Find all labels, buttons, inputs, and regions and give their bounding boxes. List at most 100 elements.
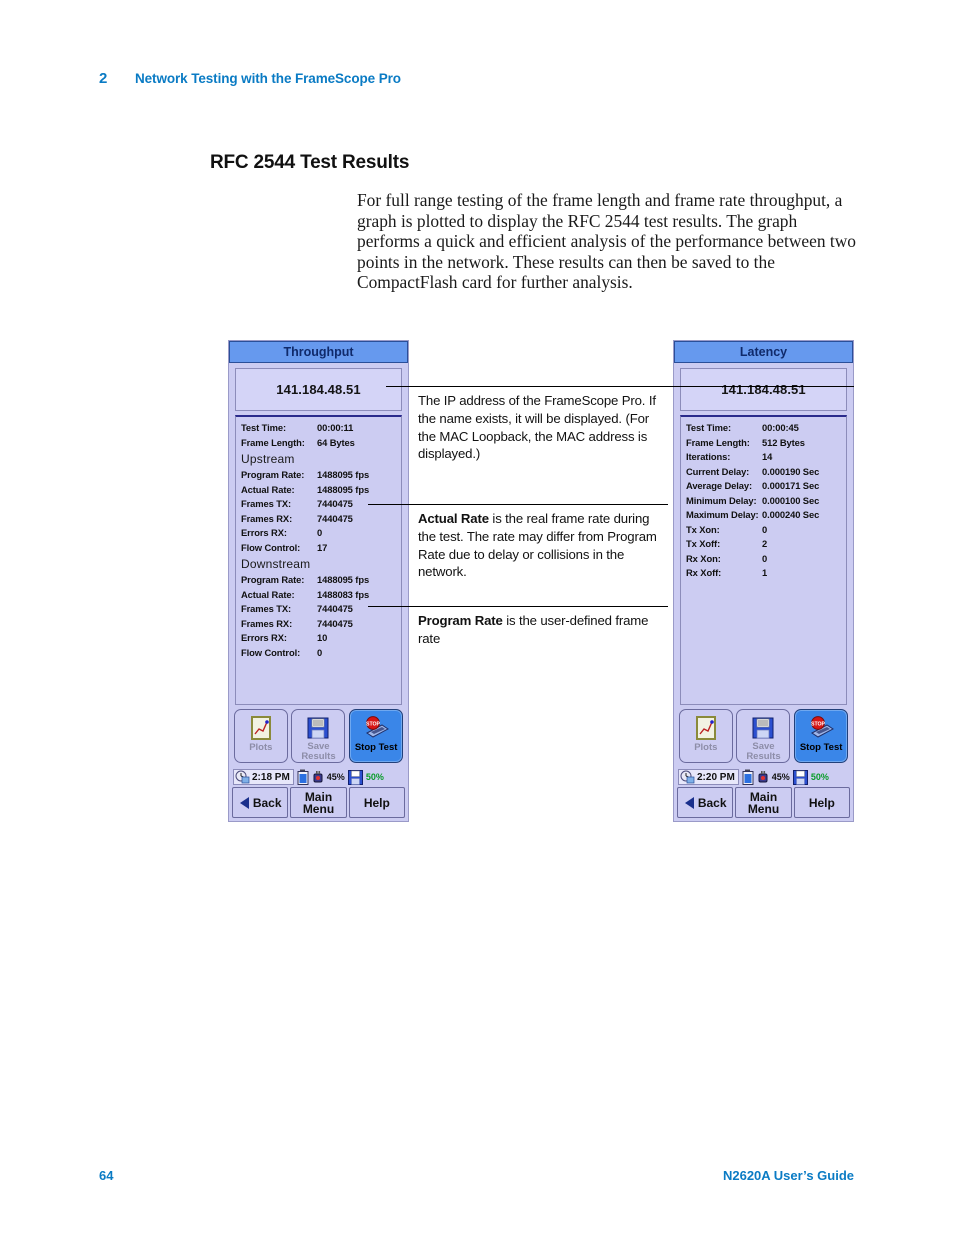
ip-address-box-latency: 141.184.48.51 bbox=[680, 368, 847, 411]
main-menu-button[interactable]: Main Menu bbox=[735, 787, 792, 818]
device-screen-latency: Latency 141.184.48.51 Test Time: 00:00:4… bbox=[673, 340, 854, 822]
plots-button-label: Plots bbox=[249, 742, 273, 753]
plots-button[interactable]: Plots bbox=[678, 709, 733, 763]
row-label: Actual Rate: bbox=[241, 588, 295, 600]
table-row: Flow Control: 17 bbox=[241, 541, 401, 556]
table-row: Actual Rate: 1488083 fps bbox=[241, 588, 401, 603]
footer-page-number: 64 bbox=[99, 1168, 114, 1183]
row-label: Program Rate: bbox=[241, 469, 305, 480]
back-button[interactable]: Back bbox=[232, 787, 289, 818]
table-row: Frame Length: 512 Bytes bbox=[686, 436, 846, 451]
stop-test-button-label: Stop Test bbox=[354, 742, 398, 753]
stop-test-button[interactable]: STOP Stop Test bbox=[349, 709, 404, 763]
row-value: 1488095 fps bbox=[317, 469, 370, 480]
row-value: 10 bbox=[317, 632, 328, 643]
row-label: Rx Xon: bbox=[686, 552, 721, 564]
soft-button-strip: Plots Save Results STOP Stop Test bbox=[674, 705, 853, 767]
battery-icon bbox=[742, 769, 754, 785]
main-menu-button[interactable]: Main Menu bbox=[290, 787, 347, 818]
plots-button[interactable]: Plots bbox=[233, 709, 288, 763]
main-menu-button-label: Main Menu bbox=[302, 789, 335, 816]
save-results-button-label: Save Results bbox=[746, 741, 781, 762]
soft-button-strip: Plots Save Results STOP Stop Test bbox=[229, 705, 408, 767]
row-label: Average Delay: bbox=[686, 480, 752, 491]
storage-floppy-icon bbox=[347, 769, 363, 785]
back-arrow-icon bbox=[239, 796, 249, 809]
row-value: 0 bbox=[762, 552, 768, 564]
callout-program-rate-term: Program Rate bbox=[418, 613, 503, 628]
row-label: Tx Xon: bbox=[686, 523, 720, 535]
help-button[interactable]: Help bbox=[348, 787, 405, 818]
stop-test-icon: STOP bbox=[362, 714, 390, 742]
running-head: 2 Network Testing with the FrameScope Pr… bbox=[99, 70, 401, 87]
leader-line-ip-address bbox=[386, 386, 854, 387]
row-label: Program Rate: bbox=[241, 574, 305, 585]
plots-button-label: Plots bbox=[694, 742, 718, 753]
ip-address-value: 141.184.48.51 bbox=[276, 382, 361, 397]
group-header-upstream: Upstream bbox=[241, 452, 295, 466]
table-row: Flow Control: 0 bbox=[241, 646, 401, 661]
stop-test-button-label: Stop Test bbox=[799, 742, 843, 753]
row-value: 64 Bytes bbox=[317, 436, 355, 448]
group-header-downstream: Downstream bbox=[241, 557, 311, 571]
row-value: 0 bbox=[317, 646, 323, 658]
row-label: Test Time: bbox=[241, 422, 287, 433]
row-value: 512 Bytes bbox=[762, 436, 805, 448]
table-row: Errors RX: 0 bbox=[241, 526, 401, 541]
table-row: Test Time: 00:00:11 bbox=[241, 421, 401, 436]
row-value: 1488083 fps bbox=[317, 588, 370, 600]
back-button[interactable]: Back bbox=[677, 787, 734, 818]
power-plug-icon bbox=[758, 771, 768, 783]
screen-title-throughput: Throughput bbox=[229, 341, 408, 363]
row-value: 17 bbox=[317, 541, 328, 553]
row-value: 1488095 fps bbox=[317, 483, 370, 495]
stop-test-icon: STOP bbox=[807, 714, 835, 742]
row-label: Iterations: bbox=[686, 451, 731, 462]
chapter-title: Network Testing with the FrameScope Pro bbox=[135, 71, 401, 86]
table-row: Tx Xoff: 2 bbox=[686, 537, 846, 552]
status-bar: 2:18 PM 45% 50% bbox=[231, 767, 406, 787]
footer-guide-title: N2620A User’s Guide bbox=[722, 1168, 854, 1183]
row-value: 7440475 bbox=[317, 617, 353, 629]
table-row: Errors RX: 10 bbox=[241, 631, 401, 646]
row-label: Frames RX: bbox=[241, 512, 293, 524]
save-results-button[interactable]: Save Results bbox=[736, 709, 791, 763]
plots-icon bbox=[695, 714, 716, 742]
floppy-disk-icon bbox=[752, 714, 774, 741]
ip-address-value: 141.184.48.51 bbox=[721, 382, 806, 397]
clock-icon bbox=[235, 770, 250, 784]
save-results-button[interactable]: Save Results bbox=[291, 709, 346, 763]
row-value: 1 bbox=[762, 567, 768, 578]
back-button-label: Back bbox=[252, 795, 282, 810]
table-row: Program Rate: 1488095 fps bbox=[241, 468, 401, 483]
clock-display: 2:20 PM bbox=[678, 769, 739, 785]
floppy-disk-icon bbox=[307, 714, 329, 741]
screen-title-latency: Latency bbox=[674, 341, 853, 363]
table-row: Frame Length: 64 Bytes bbox=[241, 436, 401, 451]
figure-rfc2544-screens: Throughput 141.184.48.51 Test Time: 00:0… bbox=[228, 340, 854, 822]
clock-time: 2:18 PM bbox=[252, 771, 290, 783]
table-row: Program Rate: 1488095 fps bbox=[241, 573, 401, 588]
callout-ip-address: The IP address of the FrameScope Pro. If… bbox=[418, 393, 656, 462]
help-button-label: Help bbox=[808, 795, 835, 810]
body-paragraph: For full range testing of the frame leng… bbox=[357, 190, 856, 293]
leader-line-program-rate bbox=[368, 606, 668, 607]
table-row: Tx Xon: 0 bbox=[686, 523, 846, 538]
save-results-button-label: Save Results bbox=[301, 741, 336, 762]
table-row: Frames RX: 7440475 bbox=[241, 617, 401, 632]
table-row: Iterations: 14 bbox=[686, 450, 846, 465]
callout-actual-rate-term: Actual Rate bbox=[418, 511, 489, 526]
main-menu-button-label: Main Menu bbox=[747, 789, 780, 816]
status-bar: 2:20 PM 45% 50% bbox=[676, 767, 851, 787]
leader-line-actual-rate bbox=[368, 504, 668, 505]
row-value: 0.000100 Sec bbox=[762, 494, 820, 506]
help-button[interactable]: Help bbox=[793, 787, 850, 818]
row-label: Tx Xoff: bbox=[686, 538, 721, 549]
clock-icon bbox=[680, 770, 695, 784]
stop-test-button[interactable]: STOP Stop Test bbox=[794, 709, 849, 763]
row-label: Actual Rate: bbox=[241, 483, 295, 495]
row-value: 0 bbox=[317, 527, 323, 538]
storage-percent: 50% bbox=[365, 772, 384, 782]
navigation-strip: Back Main Menu Help bbox=[229, 787, 408, 821]
table-row: Minimum Delay: 0.000100 Sec bbox=[686, 494, 846, 509]
